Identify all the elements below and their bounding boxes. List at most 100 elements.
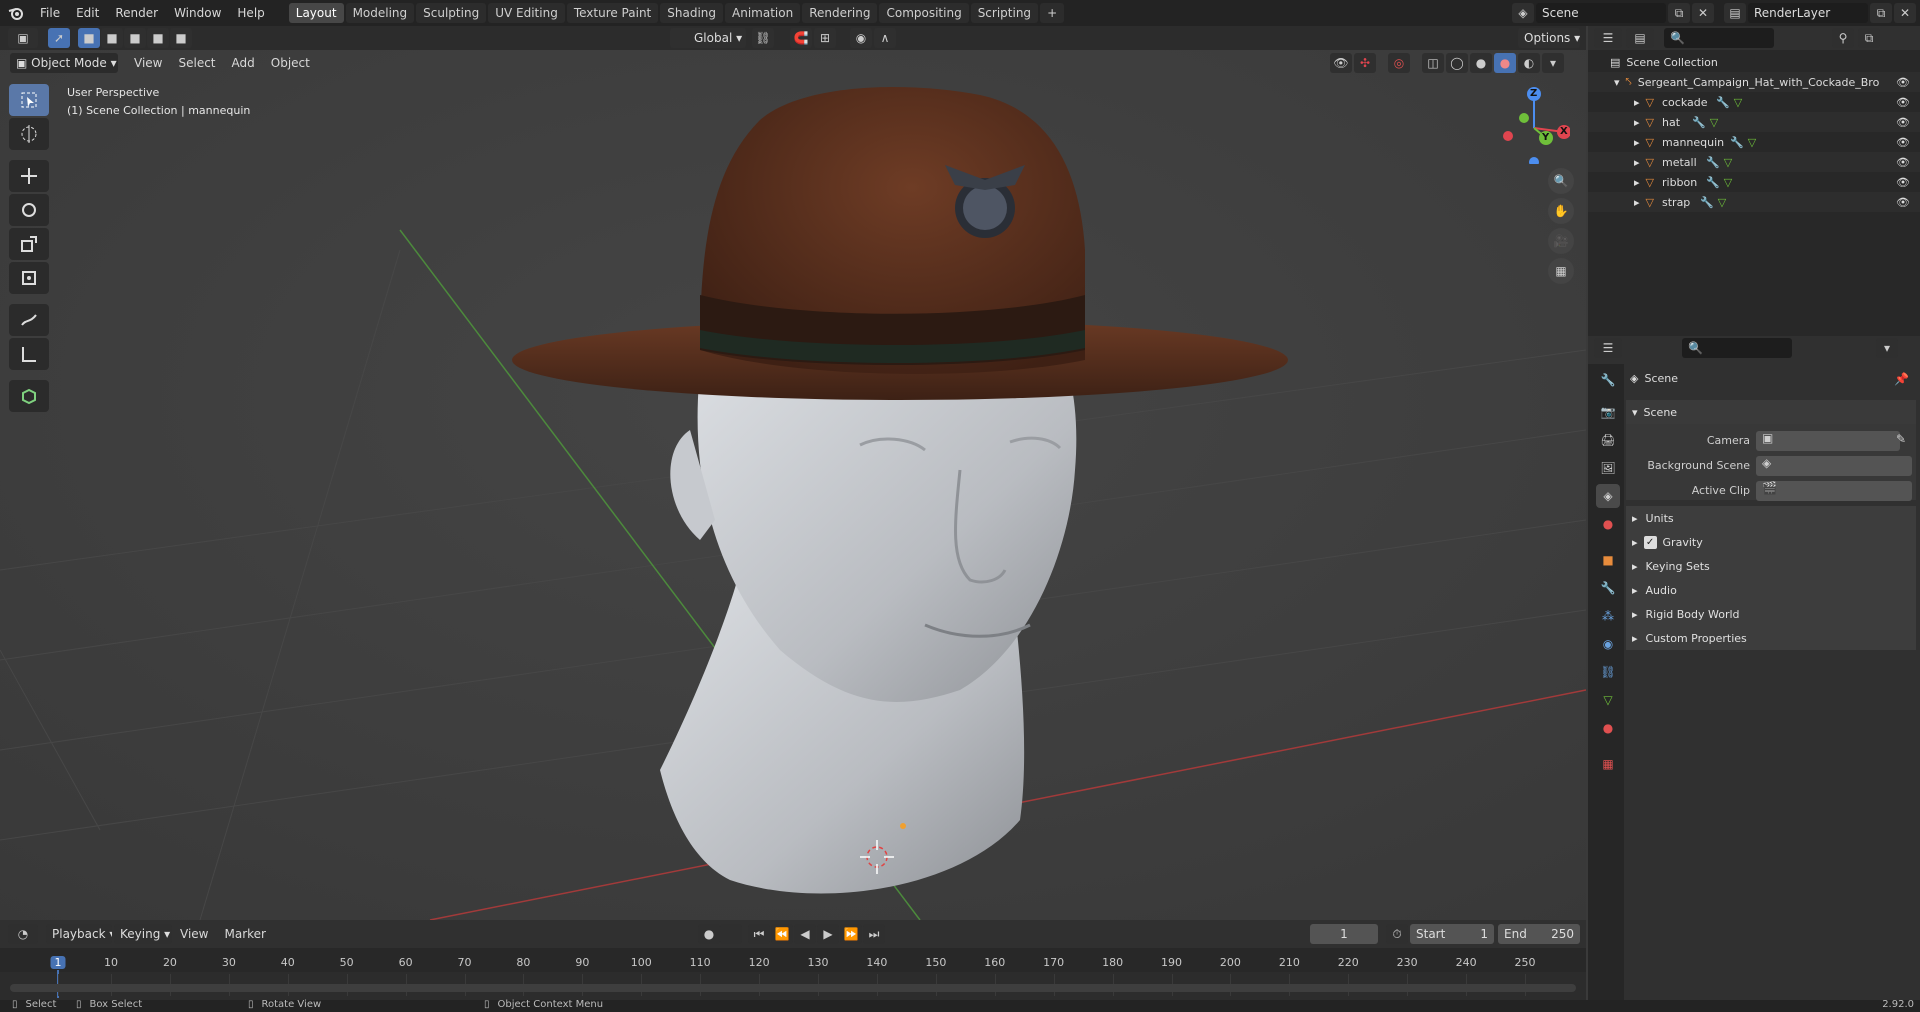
menu-window[interactable]: Window bbox=[166, 0, 229, 26]
playhead-frame-indicator[interactable]: 1 bbox=[50, 956, 66, 969]
visibility-eye-icon[interactable]: 👁 bbox=[1896, 196, 1910, 209]
output-tab-icon[interactable]: 🖨 bbox=[1596, 428, 1620, 452]
scene-section-header[interactable]: ▾ Scene bbox=[1626, 400, 1916, 424]
modifier-tab-icon[interactable]: 🔧 bbox=[1596, 576, 1620, 600]
gizmo-toggle-icon[interactable]: ✣ bbox=[1354, 53, 1376, 73]
outliner-item-ribbon[interactable]: ▸ ▽ ribbon 🔧 ▽ 👁 bbox=[1588, 172, 1920, 192]
outliner-item-metall[interactable]: ▸ ▽ metall 🔧 ▽ 👁 bbox=[1588, 152, 1920, 172]
outliner-search-input[interactable]: 🔍 bbox=[1664, 28, 1774, 48]
gravity-panel-header[interactable]: ▸ ✓ Gravity bbox=[1626, 530, 1916, 554]
collapse-chevron-icon[interactable]: ▸ bbox=[1634, 116, 1640, 129]
measure-tool-icon[interactable] bbox=[9, 338, 49, 370]
new-view-layer-icon[interactable]: ⧉ bbox=[1870, 3, 1892, 23]
tab-animation[interactable]: Animation bbox=[725, 3, 801, 23]
visibility-eye-icon[interactable]: 👁 bbox=[1896, 176, 1910, 189]
particles-tab-icon[interactable]: ⁂ bbox=[1596, 604, 1620, 628]
material-tab-icon[interactable]: ● bbox=[1596, 716, 1620, 740]
view-layer-name-field[interactable]: RenderLayer bbox=[1748, 3, 1868, 23]
collapse-chevron-icon[interactable]: ▸ bbox=[1634, 136, 1640, 149]
menu-file[interactable]: File bbox=[32, 0, 68, 26]
collapse-chevron-icon[interactable]: ▸ bbox=[1634, 196, 1640, 209]
visibility-eye-icon[interactable]: 👁 bbox=[1896, 136, 1910, 149]
outliner-new-collection-icon[interactable]: ⧉ bbox=[1858, 28, 1880, 48]
physics-tab-icon[interactable]: ◉ bbox=[1596, 632, 1620, 656]
rotate-tool-icon[interactable] bbox=[9, 194, 49, 226]
new-scene-icon[interactable]: ⧉ bbox=[1668, 3, 1690, 23]
select-tool-icon[interactable] bbox=[9, 84, 49, 116]
tool-settings-select-icon[interactable]: ➚ bbox=[48, 28, 70, 48]
orthographic-grid-icon[interactable]: ▦ bbox=[1548, 258, 1574, 284]
rigid-body-world-panel-header[interactable]: ▸ Rigid Body World bbox=[1626, 602, 1916, 626]
viewport-menu-add[interactable]: Add bbox=[224, 50, 263, 76]
snap-icon[interactable]: 🧲 bbox=[790, 28, 812, 48]
menu-render[interactable]: Render bbox=[107, 0, 166, 26]
tab-scripting[interactable]: Scripting bbox=[970, 3, 1039, 23]
tab-compositing[interactable]: Compositing bbox=[879, 3, 969, 23]
units-panel-header[interactable]: ▸ Units bbox=[1626, 506, 1916, 530]
select-mode-intersect-icon[interactable]: ■ bbox=[170, 28, 192, 48]
proportional-edit-icon[interactable]: ◉ bbox=[850, 28, 872, 48]
keying-sets-panel-header[interactable]: ▸ Keying Sets bbox=[1626, 554, 1916, 578]
view-layer-tab-icon[interactable]: 🖼 bbox=[1596, 456, 1620, 480]
menu-help[interactable]: Help bbox=[229, 0, 272, 26]
tab-rendering[interactable]: Rendering bbox=[802, 3, 878, 23]
world-tab-icon[interactable]: ● bbox=[1596, 512, 1620, 536]
outliner-item-cockade[interactable]: ▸ ▽ cockade 🔧 ▽ 👁 bbox=[1588, 92, 1920, 112]
properties-options-icon[interactable]: ▾ bbox=[1876, 338, 1898, 358]
object-tab-icon[interactable]: ■ bbox=[1596, 548, 1620, 572]
blender-logo-icon[interactable] bbox=[0, 0, 32, 26]
texture-tab-icon[interactable]: ▦ bbox=[1596, 752, 1620, 776]
proportional-falloff-icon[interactable]: ∧ bbox=[874, 28, 896, 48]
visibility-eye-icon[interactable]: 👁 bbox=[1896, 116, 1910, 129]
scene-tab-icon[interactable]: ◈ bbox=[1596, 484, 1620, 508]
object-mode-dropdown[interactable]: ▣ Object Mode ▾ bbox=[10, 53, 118, 73]
shading-material-icon[interactable]: ● bbox=[1494, 53, 1516, 73]
menu-edit[interactable]: Edit bbox=[68, 0, 107, 26]
camera-view-icon[interactable]: 🎥 bbox=[1548, 228, 1574, 254]
outliner-item-mannequin[interactable]: ▸ ▽ mannequin 🔧 ▽ 👁 bbox=[1588, 132, 1920, 152]
visibility-eye-icon[interactable]: 👁 bbox=[1896, 76, 1910, 89]
outliner-item-hat[interactable]: ▸ ▽ hat 🔧 ▽ 👁 bbox=[1588, 112, 1920, 132]
pan-hand-icon[interactable]: ✋ bbox=[1548, 198, 1574, 224]
scene-selector-icon[interactable]: ◈ bbox=[1512, 3, 1534, 23]
collapse-chevron-icon[interactable]: ▸ bbox=[1634, 96, 1640, 109]
add-workspace-button[interactable]: + bbox=[1040, 3, 1065, 23]
viewport-menu-select[interactable]: Select bbox=[170, 50, 223, 76]
tab-sculpting[interactable]: Sculpting bbox=[416, 3, 487, 23]
tab-texture-paint[interactable]: Texture Paint bbox=[566, 3, 659, 23]
tab-uv-editing[interactable]: UV Editing bbox=[488, 3, 565, 23]
visibility-eye-icon[interactable]: 👁 bbox=[1330, 53, 1352, 73]
select-mode-extend-icon[interactable]: ■ bbox=[101, 28, 123, 48]
constraints-tab-icon[interactable]: ⛓ bbox=[1596, 660, 1620, 684]
tab-layout[interactable]: Layout bbox=[288, 3, 344, 23]
timeline-scrollbar[interactable] bbox=[10, 984, 1576, 992]
viewport-menu-view[interactable]: View bbox=[126, 50, 170, 76]
viewport-menu-object[interactable]: Object bbox=[263, 50, 318, 76]
collapse-chevron-icon[interactable]: ▸ bbox=[1634, 156, 1640, 169]
3d-viewport[interactable]: User Perspective (1) Scene Collection | … bbox=[0, 50, 1586, 920]
cursor-tool-icon[interactable] bbox=[9, 118, 49, 150]
outliner-filter-icon[interactable]: ⚲ bbox=[1832, 28, 1854, 48]
delete-view-layer-icon[interactable]: ✕ bbox=[1894, 3, 1916, 23]
properties-search-input[interactable]: 🔍 bbox=[1682, 338, 1792, 358]
outliner-editor-type-icon[interactable]: ☰ bbox=[1594, 28, 1622, 48]
shading-rendered-icon[interactable]: ◐ bbox=[1518, 53, 1540, 73]
render-tab-icon[interactable]: 📷 bbox=[1596, 400, 1620, 424]
options-dropdown[interactable]: Options ▾ bbox=[1518, 28, 1580, 48]
shading-solid-icon[interactable]: ● bbox=[1470, 53, 1492, 73]
select-mode-invert-icon[interactable]: ■ bbox=[147, 28, 169, 48]
pin-icon[interactable]: 📌 bbox=[1894, 372, 1909, 386]
tab-shading[interactable]: Shading bbox=[660, 3, 723, 23]
outliner-collection-row[interactable]: ▾ ⤣ Sergeant_Campaign_Hat_with_Cockade_Bro… bbox=[1588, 72, 1920, 92]
data-tab-icon[interactable]: ▽ bbox=[1596, 688, 1620, 712]
properties-editor-type-icon[interactable]: ☰ bbox=[1594, 338, 1622, 358]
outliner-item-strap[interactable]: ▸ ▽ strap 🔧 ▽ 👁 bbox=[1588, 192, 1920, 212]
audio-panel-header[interactable]: ▸ Audio bbox=[1626, 578, 1916, 602]
pivot-point-icon[interactable]: ⛓ bbox=[752, 28, 774, 48]
eyedropper-icon[interactable]: ✎ bbox=[1896, 432, 1906, 446]
gravity-checkbox[interactable]: ✓ bbox=[1643, 535, 1657, 549]
transform-orientation-dropdown[interactable]: Global ▾ bbox=[670, 28, 746, 48]
overlay-toggle-icon[interactable]: ◎ bbox=[1388, 53, 1410, 73]
outliner-display-mode-icon[interactable]: ▤ bbox=[1626, 28, 1654, 48]
zoom-icon[interactable]: 🔍 bbox=[1548, 168, 1574, 194]
